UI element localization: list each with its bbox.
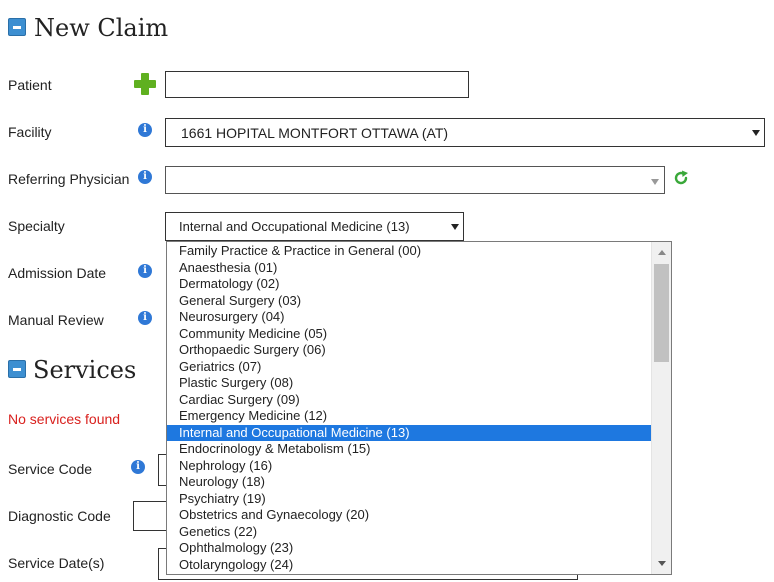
referring-physician-info-icon[interactable]: i — [138, 170, 152, 184]
collapse-new-claim-icon[interactable] — [8, 18, 26, 36]
service-dates-label: Service Date(s) — [8, 555, 105, 571]
services-title: Services — [33, 356, 137, 384]
chevron-down-icon — [752, 130, 760, 136]
specialty-option[interactable]: Nephrology (16) — [167, 458, 651, 475]
scroll-thumb[interactable] — [654, 264, 669, 362]
facility-info-icon[interactable]: i — [138, 123, 152, 137]
specialty-option[interactable]: Psychiatry (19) — [167, 491, 651, 508]
facility-select[interactable]: 1661 HOPITAL MONTFORT OTTAWA (AT) — [165, 118, 765, 147]
no-services-message: No services found — [8, 411, 121, 427]
specialty-option[interactable]: Community Medicine (05) — [167, 326, 651, 343]
specialty-label: Specialty — [8, 218, 65, 234]
specialty-option[interactable]: Ophthalmology (23) — [167, 540, 651, 557]
specialty-option[interactable]: Orthopaedic Surgery (06) — [167, 342, 651, 359]
patient-label: Patient — [8, 77, 52, 93]
specialty-dropdown-list[interactable]: Family Practice & Practice in General (0… — [166, 241, 672, 575]
scroll-down-icon[interactable] — [658, 561, 666, 566]
specialty-option[interactable]: Genetics (22) — [167, 524, 651, 541]
specialty-option[interactable]: Family Practice & Practice in General (0… — [167, 243, 651, 260]
manual-review-label: Manual Review — [8, 312, 104, 328]
specialty-option[interactable]: Endocrinology & Metabolism (15) — [167, 441, 651, 458]
specialty-option[interactable]: Geriatrics (07) — [167, 359, 651, 376]
chevron-down-icon — [451, 224, 459, 230]
specialty-select[interactable]: Internal and Occupational Medicine (13) — [165, 212, 464, 241]
scroll-up-icon[interactable] — [658, 250, 666, 255]
specialty-option[interactable]: Obstetrics and Gynaecology (20) — [167, 507, 651, 524]
specialty-option[interactable]: Cardiac Surgery (09) — [167, 392, 651, 409]
specialty-select-value: Internal and Occupational Medicine (13) — [179, 219, 410, 234]
specialty-option[interactable]: Anaesthesia (01) — [167, 260, 651, 277]
specialty-option[interactable]: Otolaryngology (24) — [167, 557, 651, 574]
service-code-info-icon[interactable]: i — [131, 460, 145, 474]
specialty-option[interactable]: Neurology (18) — [167, 474, 651, 491]
chevron-down-icon — [651, 179, 659, 185]
referring-physician-label: Referring Physician — [8, 171, 130, 187]
facility-label: Facility — [8, 124, 52, 140]
specialty-option[interactable]: Emergency Medicine (12) — [167, 408, 651, 425]
referring-physician-select[interactable] — [165, 166, 665, 194]
admission-date-label: Admission Date — [8, 265, 107, 281]
specialty-option[interactable]: General Surgery (03) — [167, 293, 651, 310]
new-claim-title: New Claim — [34, 14, 169, 42]
patient-input[interactable] — [165, 71, 469, 98]
specialty-option[interactable]: Neurosurgery (04) — [167, 309, 651, 326]
service-code-label: Service Code — [8, 461, 93, 477]
specialty-option[interactable]: Dermatology (02) — [167, 276, 651, 293]
refresh-icon[interactable] — [673, 170, 689, 186]
specialty-option[interactable]: Plastic Surgery (08) — [167, 375, 651, 392]
add-patient-icon[interactable] — [133, 72, 157, 96]
specialty-option[interactable]: Internal and Occupational Medicine (13) — [167, 424, 651, 441]
collapse-services-icon[interactable] — [8, 360, 26, 378]
dropdown-scrollbar[interactable] — [651, 242, 671, 574]
facility-select-value: 1661 HOPITAL MONTFORT OTTAWA (AT) — [181, 125, 449, 141]
manual-review-info-icon[interactable]: i — [138, 311, 152, 325]
admission-date-info-icon[interactable]: i — [138, 264, 152, 278]
diagnostic-code-label: Diagnostic Code — [8, 508, 111, 524]
